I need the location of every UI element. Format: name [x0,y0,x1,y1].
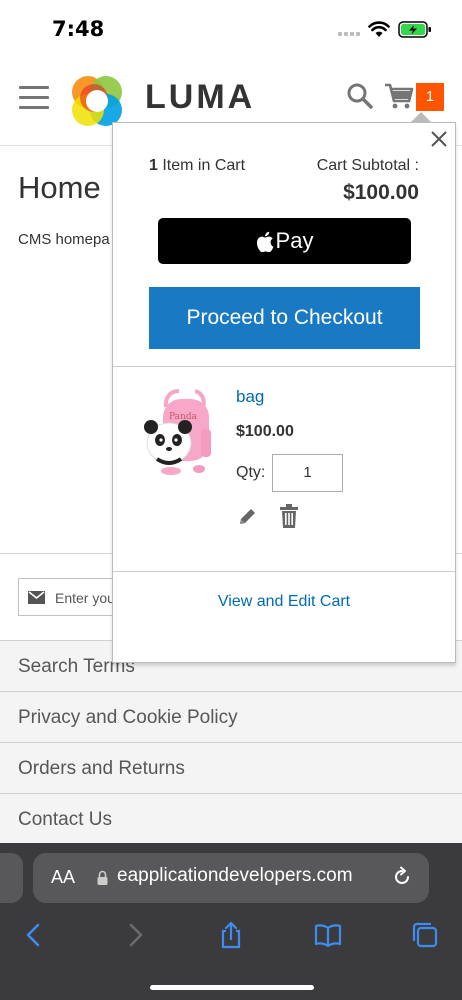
footer-links: Search Terms Privacy and Cookie Policy O… [0,640,462,844]
footer-link-contact[interactable]: Contact Us [0,793,462,844]
status-time: 7:48 [52,17,105,41]
home-indicator [150,985,314,990]
minicart-dropdown: 1 Item in Cart Cart Subtotal : $100.00 P… [112,122,456,663]
status-bar: 7:48 [0,0,462,58]
minicart-divider [113,571,455,572]
menu-icon[interactable] [19,86,49,109]
cart-count-badge[interactable]: 1 [416,83,444,111]
reader-view-button[interactable]: AA [51,867,75,888]
close-icon[interactable] [429,129,449,149]
wifi-icon [368,21,390,37]
cart-icon[interactable] [384,80,414,110]
safari-bottom-bar: AA eapplicationdevelopers.com [0,843,462,1000]
trash-icon[interactable] [280,504,298,528]
url-text[interactable]: eapplicationdevelopers.com [117,865,353,887]
subtotal-label: Cart Subtotal : [316,157,419,174]
minicart-item-count: 1 Item in Cart [149,157,245,175]
qty-label: Qty: [236,464,266,481]
battery-icon [398,21,431,38]
page-title: Home [18,170,101,205]
page: 7:48 LUMA 1 Home CMS homepa Enter you Se… [0,0,462,1000]
cellular-signal-icon [338,30,362,36]
edit-pencil-icon[interactable] [237,507,257,527]
item-count-number: 1 [149,157,158,174]
view-and-edit-cart-link[interactable]: View and Edit Cart [113,593,455,611]
product-price: $100.00 [236,423,294,440]
item-count-label: Item in Cart [162,157,246,174]
share-icon[interactable] [217,921,245,949]
apple-pay-button[interactable]: Pay [158,218,411,264]
forward-icon[interactable] [121,921,149,949]
reload-icon[interactable] [391,866,413,888]
lock-icon [97,870,108,885]
address-bar[interactable]: AA eapplicationdevelopers.com [33,853,429,903]
subtotal-amount: $100.00 [343,181,419,204]
logo-text[interactable]: LUMA [145,78,255,117]
footer-link-privacy[interactable]: Privacy and Cookie Policy [0,691,462,742]
proceed-to-checkout-button[interactable]: Proceed to Checkout [149,287,420,349]
apple-icon [256,231,273,252]
back-icon[interactable] [20,921,48,949]
safari-toolbar [0,913,462,957]
product-name-link[interactable]: bag [236,387,264,407]
mail-icon [28,591,45,604]
minicart-divider [113,366,455,367]
footer-link-orders-returns[interactable]: Orders and Returns [0,742,462,793]
bookmarks-icon[interactable] [314,921,342,949]
qty-input[interactable]: 1 [272,454,343,492]
apple-pay-label: Pay [275,228,314,253]
previous-tab[interactable] [0,853,23,903]
page-content-text: CMS homepa [18,231,110,248]
tabs-icon[interactable] [411,921,439,949]
newsletter-placeholder: Enter you [55,590,115,606]
product-image[interactable]: Panda [139,385,215,477]
minicart-arrow [411,112,431,122]
search-icon[interactable] [346,82,374,110]
